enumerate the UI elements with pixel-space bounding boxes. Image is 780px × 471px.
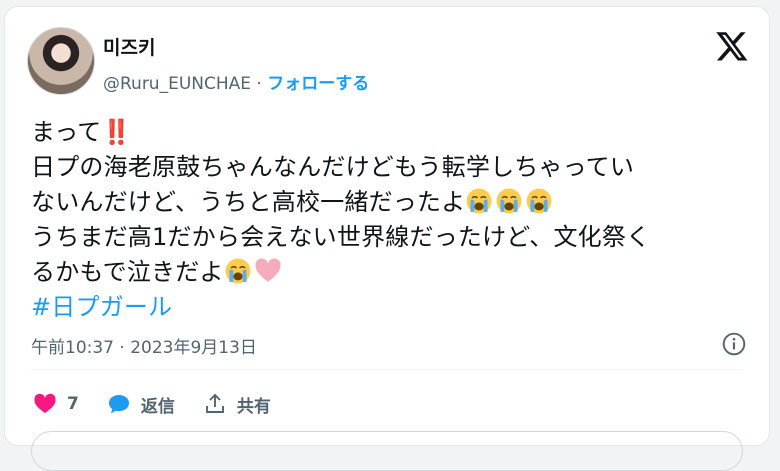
tweet-line-1: まって‼️ [31, 115, 761, 150]
like-button[interactable]: 7 [33, 392, 79, 416]
info-icon[interactable] [721, 331, 747, 357]
tweet-card: 미즈키 @Ruru_EUNCHAE · フォローする まって‼️ 日プの海老原鼓… [4, 6, 770, 471]
avatar[interactable] [27, 27, 95, 95]
tweet-timestamp[interactable]: 午前10:37 · 2023年9月13日 [31, 333, 257, 358]
handle-separator: · [251, 74, 268, 94]
pink-heart-icon [255, 258, 281, 282]
tweet-line-2: 日プの海老原鼓ちゃんなんだけどもう転学しちゃってい [31, 153, 635, 181]
loudly-crying-face-icon [225, 258, 251, 284]
tweet-line-1-text: まって [31, 118, 102, 146]
share-upload-icon [205, 393, 224, 413]
share-button[interactable]: 共有 [203, 392, 271, 417]
tweet-line-4: うちまだ高1だから会えない世界線だったけど、文化祭く [31, 223, 651, 251]
share-label: 共有 [236, 396, 271, 417]
tweet-line-5: るかもで泣きだよ [31, 255, 761, 290]
action-bar: 7 返信 共有 [33, 389, 299, 419]
author-handle[interactable]: @Ruru_EUNCHAE [103, 74, 251, 94]
loudly-crying-face-icon [526, 188, 552, 214]
hashtag-link[interactable]: #日プガール [31, 290, 761, 325]
reply-button[interactable]: 返信 [107, 392, 175, 417]
loudly-crying-face-icon [466, 188, 492, 214]
reply-label: 返信 [140, 396, 175, 417]
loudly-crying-face-icon [496, 188, 522, 214]
speech-bubble-icon [108, 395, 129, 414]
x-logo-icon[interactable] [715, 29, 749, 63]
follow-button[interactable]: フォローする [267, 74, 369, 94]
author-display-name[interactable]: 미즈키 [103, 33, 155, 60]
read-replies-button[interactable] [31, 431, 743, 471]
tweet-text: まって‼️ 日プの海老原鼓ちゃんなんだけどもう転学しちゃってい ないんだけど、う… [31, 115, 761, 325]
tweet-line-3-text: ないんだけど、うちと高校一緒だったよ [31, 188, 466, 216]
tweet-line-3: ないんだけど、うちと高校一緒だったよ [31, 185, 761, 220]
heart-icon [34, 393, 56, 413]
divider [31, 369, 743, 370]
tweet-line-5-text: るかもで泣きだよ [31, 258, 224, 286]
like-count: 7 [67, 394, 79, 414]
double-exclamation-emoji: ‼️ [101, 118, 132, 146]
author-handle-row: @Ruru_EUNCHAE · フォローする [103, 69, 369, 94]
